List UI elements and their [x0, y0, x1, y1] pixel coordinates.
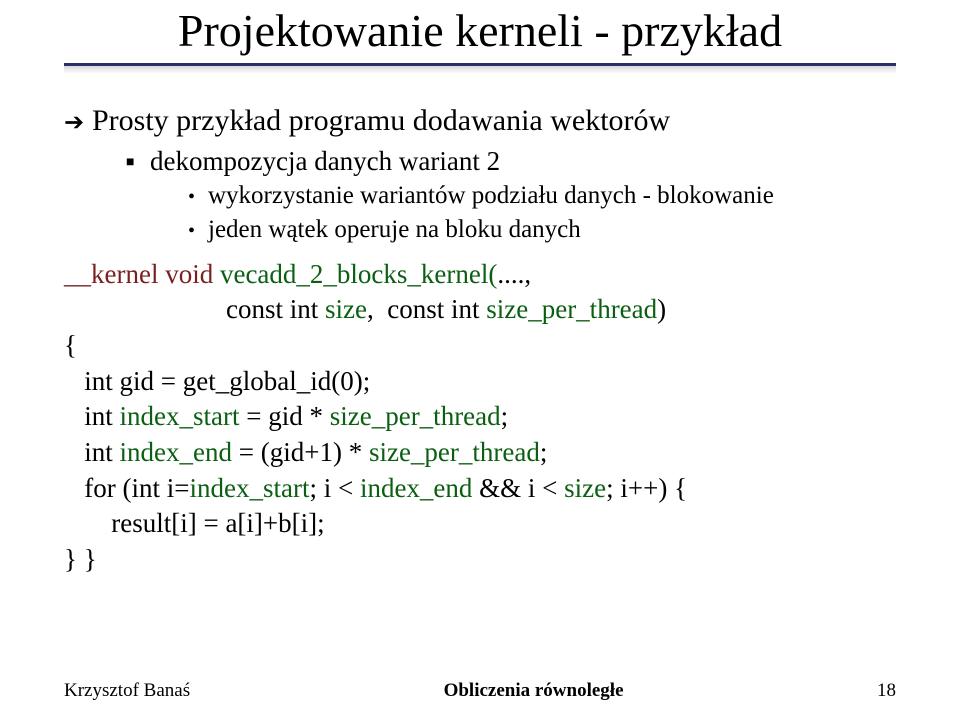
- code-text: , const int: [367, 294, 486, 324]
- code-kw: __kernel void: [64, 259, 213, 289]
- page-number: 18: [877, 680, 896, 702]
- code-text: int gid = get_global_id(0);: [64, 366, 370, 396]
- code-text: } }: [64, 544, 97, 574]
- sub2a-text: wykorzystanie wariantów podziału danych …: [208, 180, 774, 211]
- code-text: ;: [501, 401, 509, 431]
- code-text: = gid *: [240, 401, 330, 431]
- code-text: const int: [64, 294, 325, 324]
- code-id: index_start: [189, 473, 309, 503]
- code-text: ): [657, 294, 666, 324]
- bullet-main-text: Prosty przykład programu dodawania wekto…: [92, 102, 670, 140]
- content-area: ➔ Prosty przykład programu dodawania wek…: [0, 74, 960, 577]
- code-text: && i <: [472, 473, 564, 503]
- square-icon: ■: [126, 154, 150, 172]
- code-id: size_per_thread: [330, 401, 501, 431]
- sub-sub-bullet-b: • jeden wątek operuje na bloku danych: [188, 214, 896, 245]
- code-text: ; i++) {: [606, 473, 687, 503]
- footer-author: Krzysztof Banaś: [64, 680, 190, 702]
- dot-icon: •: [188, 185, 208, 210]
- sub2b-text: jeden wątek operuje na bloku danych: [208, 214, 581, 245]
- code-id: size: [325, 294, 367, 324]
- code-id: index_end: [360, 473, 472, 503]
- code-text: for (int i=: [64, 473, 189, 503]
- code-text: ....,: [497, 259, 538, 289]
- footer-title: Obliczenia równoległe: [444, 680, 624, 702]
- dot-icon: •: [188, 219, 208, 244]
- code-id: vecadd_2_blocks_kernel(: [220, 259, 497, 289]
- code-id: index_end: [120, 437, 232, 467]
- code-text: ;: [540, 437, 548, 467]
- code-block: __kernel void vecadd_2_blocks_kernel(...…: [64, 257, 896, 578]
- code-id: size_per_thread: [486, 294, 657, 324]
- sub-bullet-1: ■ dekompozycja danych wariant 2: [126, 145, 896, 179]
- sub1-text: dekompozycja danych wariant 2: [150, 145, 500, 179]
- code-text: = (gid+1) *: [232, 437, 369, 467]
- code-text: int: [64, 401, 120, 431]
- sub-sub-bullet-a: • wykorzystanie wariantów podziału danyc…: [188, 180, 896, 211]
- code-text: int: [64, 437, 120, 467]
- bullet-main: ➔ Prosty przykład programu dodawania wek…: [64, 102, 896, 141]
- code-text: ; i <: [309, 473, 359, 503]
- title-underline: [64, 63, 896, 74]
- code-id: index_start: [120, 401, 240, 431]
- code-text: [213, 259, 220, 289]
- slide: Projektowanie kerneli - przykład ➔ Prost…: [0, 0, 960, 718]
- footer: Krzysztof Banaś Obliczenia równoległe 18: [0, 680, 960, 702]
- slide-title: Projektowanie kerneli - przykład: [0, 0, 960, 63]
- code-text: {: [64, 330, 77, 360]
- code-id: size: [564, 473, 606, 503]
- arrow-icon: ➔: [64, 107, 92, 141]
- code-id: size_per_thread: [369, 437, 540, 467]
- code-text: result[i] = a[i]+b[i];: [64, 508, 325, 538]
